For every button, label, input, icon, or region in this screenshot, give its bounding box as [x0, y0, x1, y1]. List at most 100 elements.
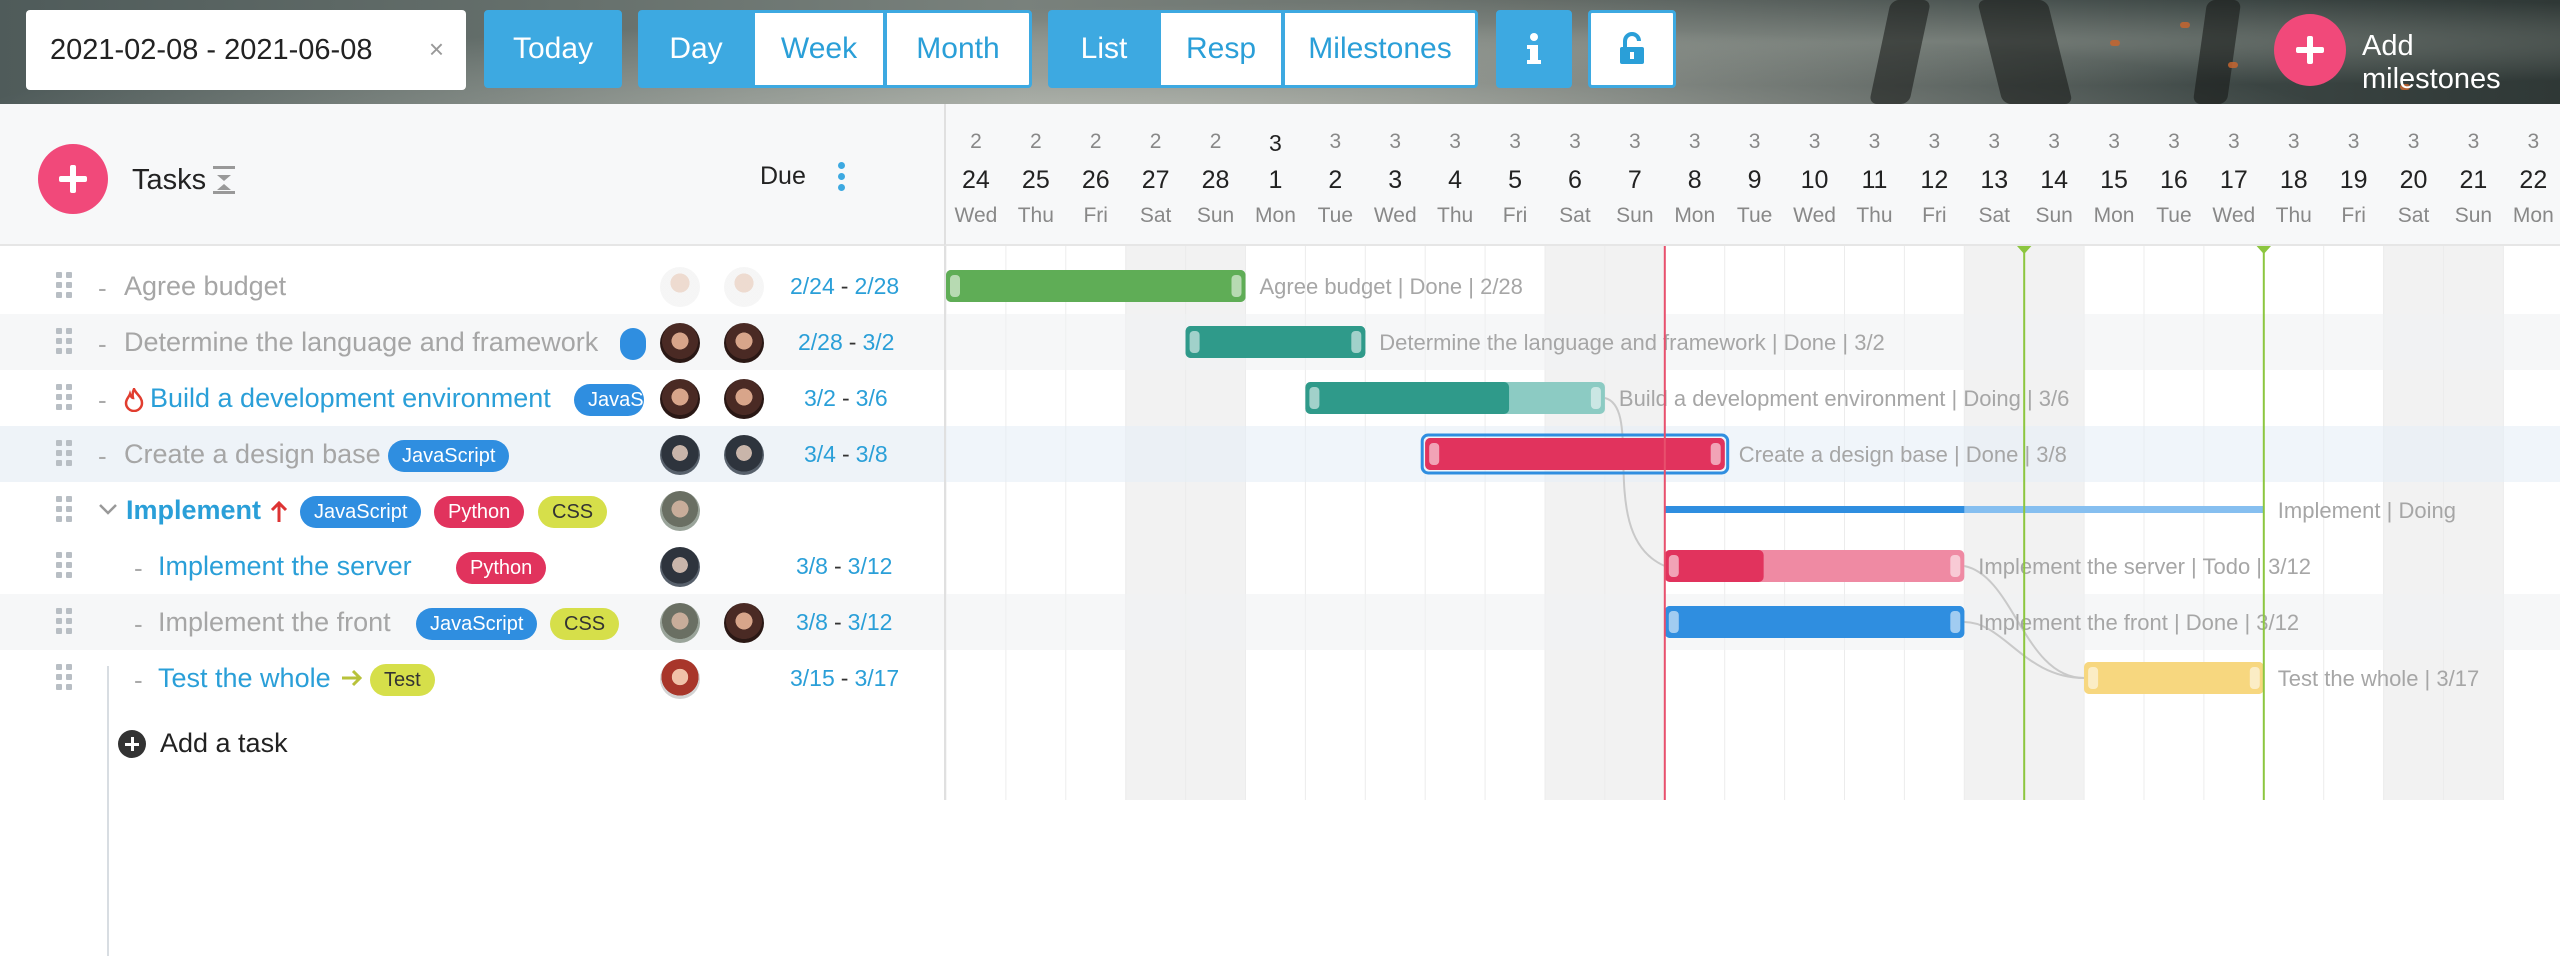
drag-handle-icon[interactable] [56, 664, 72, 690]
task-name[interactable]: Implement [126, 495, 261, 526]
add-milestone-button[interactable] [2274, 14, 2346, 86]
timeline-month: 2 [1029, 130, 1042, 153]
bar-label: Implement the server | Todo | 3/12 [1978, 554, 2311, 579]
task-list-header: Tasks Due [0, 104, 944, 246]
avatar[interactable] [724, 267, 764, 307]
drag-handle-icon[interactable] [56, 328, 72, 354]
drag-handle-icon[interactable] [56, 552, 72, 578]
task-bullet: - [134, 665, 143, 695]
task-row[interactable]: - Determine the language and framework 2… [0, 314, 944, 370]
timeline-month: 3 [1748, 130, 1761, 153]
timeline-day: 3 22 Mon [2503, 104, 2560, 246]
drag-handle-icon[interactable] [56, 440, 72, 466]
avatar[interactable] [660, 659, 700, 699]
task-name[interactable]: Implement the server [158, 551, 412, 582]
timeline-day: 3 20 Sat [2384, 104, 2444, 246]
avatar[interactable] [660, 491, 700, 531]
drag-handle-icon[interactable] [56, 384, 72, 410]
timeline-date: 17 [2219, 166, 2248, 194]
gantt-bar[interactable] [1664, 606, 1965, 638]
add-milestones-label[interactable]: Add milestones [2362, 30, 2560, 96]
timeline-day: 2 25 Thu [1006, 104, 1066, 246]
avatar[interactable] [724, 435, 764, 475]
tag-javascript[interactable]: JavaScript [300, 496, 422, 528]
timeline-date: 24 [962, 166, 990, 194]
tag-python[interactable]: Python [434, 496, 525, 528]
avatar[interactable] [660, 547, 700, 587]
task-row[interactable]: - Test the whole Test 3/15-3/17 [0, 650, 944, 706]
drag-handle-icon[interactable] [56, 496, 72, 522]
tag-javascript[interactable]: JavaScript [388, 440, 510, 472]
avatar[interactable] [660, 435, 700, 475]
drag-handle-icon[interactable] [56, 272, 72, 298]
today-button[interactable]: Today [484, 10, 622, 88]
task-row[interactable]: Implement JavaScript Python CSS [0, 482, 944, 538]
gantt-bar[interactable] [1420, 433, 1730, 475]
view-month-button[interactable]: Month [884, 10, 1032, 88]
avatar[interactable] [724, 323, 764, 363]
task-name[interactable]: Test the whole [158, 663, 331, 694]
avatar[interactable] [660, 323, 700, 363]
drag-handle-icon[interactable] [56, 608, 72, 634]
timeline-month: 3 [1569, 130, 1581, 153]
timeline-month: 3 [2287, 130, 2300, 153]
task-row[interactable]: - Agree budget 2/24-2/28 [0, 258, 944, 314]
tag-python[interactable]: Python [456, 552, 547, 584]
tag-javascript[interactable]: JavaScript [416, 608, 538, 640]
gantt-bar[interactable] [1664, 550, 1965, 582]
task-bullet: - [98, 385, 107, 415]
mode-milestones-button[interactable]: Milestones [1282, 10, 1478, 88]
task-row[interactable]: - Implement the front JavaScript CSS 3/8… [0, 594, 944, 650]
task-dates[interactable]: 2/24-2/28 [790, 273, 899, 300]
avatar[interactable] [660, 267, 700, 307]
gantt-bar[interactable] [1664, 506, 2264, 513]
tag-javascript[interactable] [620, 328, 646, 360]
timeline-month: 3 [1449, 130, 1461, 153]
task-row[interactable]: - Create a design base JavaScript 3/4-3/… [0, 426, 944, 482]
chevron-down-icon[interactable] [98, 502, 118, 516]
timeline-day: 3 12 Fri [1904, 104, 1964, 246]
mode-resp-button[interactable]: Resp [1158, 10, 1284, 88]
avatar[interactable] [724, 603, 764, 643]
tag-css[interactable]: CSS [550, 608, 620, 640]
collapse-all-icon[interactable] [213, 166, 235, 194]
info-button[interactable] [1496, 10, 1572, 88]
add-task-link[interactable]: Add a task [118, 728, 288, 759]
gantt-bar[interactable] [946, 270, 1246, 302]
task-dates[interactable]: 3/15-3/17 [790, 665, 899, 692]
gantt-bar[interactable] [2084, 662, 2264, 694]
task-row[interactable]: - Build a development environment JavaS … [0, 370, 944, 426]
avatar[interactable] [660, 603, 700, 643]
milestone-marker[interactable] [2255, 246, 2273, 254]
avatar[interactable] [660, 379, 700, 419]
task-dates[interactable]: 3/4-3/8 [804, 441, 888, 468]
gantt-bar[interactable] [1185, 326, 1366, 358]
task-name[interactable]: Determine the language and framework [124, 327, 598, 358]
timeline-weekday: Wed [954, 204, 998, 227]
tag-test[interactable]: Test [370, 664, 435, 696]
view-day-button[interactable]: Day [638, 10, 754, 88]
task-name[interactable]: Agree budget [124, 271, 286, 302]
task-name[interactable]: Create a design base [124, 439, 381, 470]
task-bullet: - [98, 273, 107, 303]
mode-list-button[interactable]: List [1048, 10, 1160, 88]
tag-javascript[interactable]: JavaS [574, 384, 644, 416]
gantt-bar[interactable] [1305, 382, 1605, 414]
task-dates[interactable]: 3/8-3/12 [796, 553, 892, 580]
timeline-weekday: Mon [2093, 204, 2135, 227]
avatar[interactable] [724, 379, 764, 419]
task-dates[interactable]: 3/2-3/6 [804, 385, 888, 412]
timeline-weekday: Mon [2512, 204, 2554, 227]
task-name[interactable]: Build a development environment [150, 383, 551, 414]
task-dates[interactable]: 2/28-3/2 [798, 329, 894, 356]
lock-button[interactable] [1588, 10, 1676, 88]
add-task-button[interactable] [38, 144, 108, 214]
task-dates[interactable]: 3/8-3/12 [796, 609, 892, 636]
task-row[interactable]: - Implement the server Python 3/8-3/12 [0, 538, 944, 594]
tag-css[interactable]: CSS [538, 496, 608, 528]
column-menu-icon[interactable] [838, 162, 846, 192]
task-name[interactable]: Implement the front [158, 607, 391, 638]
clear-icon[interactable]: × [429, 34, 444, 65]
date-range-input[interactable]: 2021-02-08 - 2021-06-08 × [26, 10, 466, 90]
view-week-button[interactable]: Week [752, 10, 886, 88]
